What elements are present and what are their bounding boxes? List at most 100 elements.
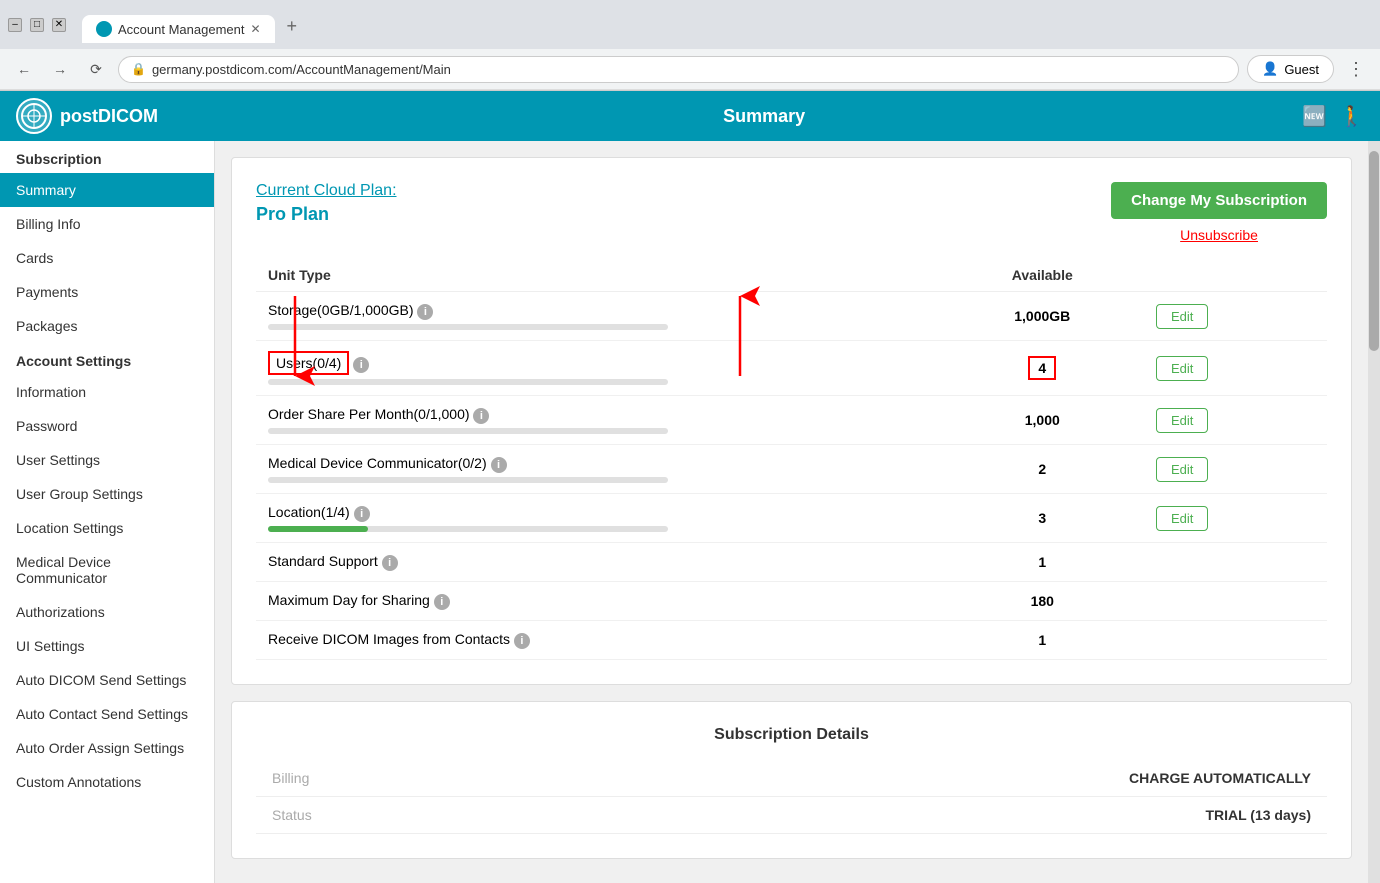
more-options-button[interactable]: ⋮ bbox=[1342, 55, 1370, 83]
scrollbar-thumb[interactable] bbox=[1369, 151, 1379, 351]
notification-icon[interactable]: 🆕 bbox=[1302, 104, 1327, 129]
sidebar-item-payments[interactable]: Payments bbox=[0, 275, 214, 309]
guest-label: Guest bbox=[1284, 62, 1319, 77]
sidebar-item-user-settings[interactable]: User Settings bbox=[0, 443, 214, 477]
col-unit-type: Unit Type bbox=[256, 259, 941, 292]
table-row: Order Share Per Month(0/1,000) i 1,000 Edi… bbox=[256, 396, 1327, 445]
edit-cell bbox=[1144, 582, 1327, 621]
progress-bar-container bbox=[268, 324, 668, 330]
forward-button[interactable]: → bbox=[46, 55, 74, 83]
table-row: Standard Support i 1 bbox=[256, 543, 1327, 582]
edit-cell bbox=[1144, 621, 1327, 660]
unit-name-cell: Storage(0GB/1,000GB) i bbox=[256, 292, 941, 341]
sidebar-item-packages[interactable]: Packages bbox=[0, 309, 214, 343]
details-label: Billing bbox=[256, 760, 376, 797]
url-bar[interactable]: 🔒 germany.postdicom.com/AccountManagemen… bbox=[118, 56, 1239, 83]
sidebar-item-ui-settings[interactable]: UI Settings bbox=[0, 629, 214, 663]
table-row: Storage(0GB/1,000GB) i1,000GBEdit bbox=[256, 292, 1327, 341]
app-container: postDICOM Summary 🆕 🚶 Subscription Summa… bbox=[0, 91, 1380, 883]
col-available: Available bbox=[941, 259, 1144, 292]
browser-chrome: – □ ✕ Account Management ✕ + ← → ⟳ 🔒 ger… bbox=[0, 0, 1380, 91]
info-icon[interactable]: i bbox=[491, 457, 507, 473]
main-layout: Subscription Summary Billing Info Cards … bbox=[0, 141, 1380, 883]
available-cell: 180 bbox=[941, 582, 1144, 621]
available-value: 1 bbox=[1038, 632, 1046, 648]
account-section-title: Account Settings bbox=[0, 343, 214, 375]
available-cell: 1,000 bbox=[941, 396, 1144, 445]
sidebar-item-cards[interactable]: Cards bbox=[0, 241, 214, 275]
info-icon[interactable]: i bbox=[473, 408, 489, 424]
unit-name: Standard Support bbox=[268, 553, 378, 569]
edit-button[interactable]: Edit bbox=[1156, 356, 1208, 381]
current-plan-label[interactable]: Current Cloud Plan: bbox=[256, 182, 397, 200]
details-row: StatusTRIAL (13 days) bbox=[256, 797, 1327, 834]
logo-text: postDICOM bbox=[60, 106, 158, 127]
tab-favicon bbox=[96, 21, 112, 37]
unit-name-highlighted: Users(0/4) bbox=[268, 351, 349, 375]
unit-name: Receive DICOM Images from Contacts bbox=[268, 631, 510, 647]
available-cell: 1,000GB bbox=[941, 292, 1144, 341]
unit-name: Order Share Per Month(0/1,000) bbox=[268, 406, 470, 422]
sidebar-item-auto-order[interactable]: Auto Order Assign Settings bbox=[0, 731, 214, 765]
back-button[interactable]: ← bbox=[10, 55, 38, 83]
unit-name: Location(1/4) bbox=[268, 504, 350, 520]
close-button[interactable]: ✕ bbox=[52, 18, 66, 32]
info-icon[interactable]: i bbox=[353, 357, 369, 373]
scrollbar[interactable] bbox=[1368, 141, 1380, 883]
active-tab[interactable]: Account Management ✕ bbox=[82, 15, 275, 43]
sidebar-item-summary[interactable]: Summary bbox=[0, 173, 214, 207]
unit-name: Storage(0GB/1,000GB) bbox=[268, 302, 414, 318]
address-bar: ← → ⟳ 🔒 germany.postdicom.com/AccountMan… bbox=[0, 49, 1380, 90]
sidebar-item-authorizations[interactable]: Authorizations bbox=[0, 595, 214, 629]
change-subscription-button[interactable]: Change My Subscription bbox=[1111, 182, 1327, 219]
info-icon[interactable]: i bbox=[434, 594, 450, 610]
table-row: Users(0/4) i 4 Edit bbox=[256, 341, 1327, 396]
available-cell: 1 bbox=[941, 543, 1144, 582]
edit-cell: Edit bbox=[1144, 445, 1327, 494]
sidebar-item-billing-info[interactable]: Billing Info bbox=[0, 207, 214, 241]
sidebar-item-auto-dicom[interactable]: Auto DICOM Send Settings bbox=[0, 663, 214, 697]
exit-icon[interactable]: 🚶 bbox=[1339, 104, 1364, 129]
plan-header: Current Cloud Plan: Pro Plan Change My S… bbox=[256, 182, 1327, 243]
url-lock-icon: 🔒 bbox=[131, 62, 146, 76]
unit-name-cell: Medical Device Communicator(0/2) i bbox=[256, 445, 941, 494]
guest-button[interactable]: 👤 Guest bbox=[1247, 55, 1334, 83]
progress-bar-container bbox=[268, 428, 668, 434]
details-row: BillingCHARGE AUTOMATICALLY bbox=[256, 760, 1327, 797]
sidebar-item-medical-device[interactable]: Medical Device Communicator bbox=[0, 545, 214, 595]
unit-name: Maximum Day for Sharing bbox=[268, 592, 430, 608]
info-icon[interactable]: i bbox=[514, 633, 530, 649]
edit-button[interactable]: Edit bbox=[1156, 457, 1208, 482]
units-table: Unit Type Available Storage(0GB/1,000GB)… bbox=[256, 259, 1327, 660]
available-value: 1,000 bbox=[1025, 412, 1060, 428]
edit-button[interactable]: Edit bbox=[1156, 506, 1208, 531]
reload-button[interactable]: ⟳ bbox=[82, 55, 110, 83]
sidebar-item-custom-annotations[interactable]: Custom Annotations bbox=[0, 765, 214, 799]
info-icon[interactable]: i bbox=[354, 506, 370, 522]
new-tab-button[interactable]: + bbox=[275, 10, 310, 43]
available-value: 1 bbox=[1038, 554, 1046, 570]
minimize-button[interactable]: – bbox=[8, 18, 22, 32]
header-title: Summary bbox=[226, 106, 1302, 127]
info-icon[interactable]: i bbox=[417, 304, 433, 320]
edit-button[interactable]: Edit bbox=[1156, 304, 1208, 329]
edit-button[interactable]: Edit bbox=[1156, 408, 1208, 433]
plan-info: Current Cloud Plan: Pro Plan bbox=[256, 182, 397, 225]
available-value-highlighted: 4 bbox=[1028, 356, 1056, 380]
details-table: BillingCHARGE AUTOMATICALLYStatusTRIAL (… bbox=[256, 760, 1327, 834]
maximize-button[interactable]: □ bbox=[30, 18, 44, 32]
tab-close-button[interactable]: ✕ bbox=[250, 22, 260, 36]
edit-cell: Edit bbox=[1144, 396, 1327, 445]
sidebar-item-auto-contact[interactable]: Auto Contact Send Settings bbox=[0, 697, 214, 731]
info-icon[interactable]: i bbox=[382, 555, 398, 571]
sidebar-item-information[interactable]: Information bbox=[0, 375, 214, 409]
subscription-details-card: Subscription Details BillingCHARGE AUTOM… bbox=[231, 701, 1352, 859]
sidebar-item-user-group-settings[interactable]: User Group Settings bbox=[0, 477, 214, 511]
url-text: germany.postdicom.com/AccountManagement/… bbox=[152, 62, 451, 77]
tab-bar: Account Management ✕ + bbox=[74, 6, 1372, 43]
available-value: 2 bbox=[1038, 461, 1046, 477]
sidebar-item-password[interactable]: Password bbox=[0, 409, 214, 443]
unsubscribe-button[interactable]: Unsubscribe bbox=[1180, 227, 1258, 243]
unit-name-cell: Maximum Day for Sharing i bbox=[256, 582, 941, 621]
sidebar-item-location-settings[interactable]: Location Settings bbox=[0, 511, 214, 545]
